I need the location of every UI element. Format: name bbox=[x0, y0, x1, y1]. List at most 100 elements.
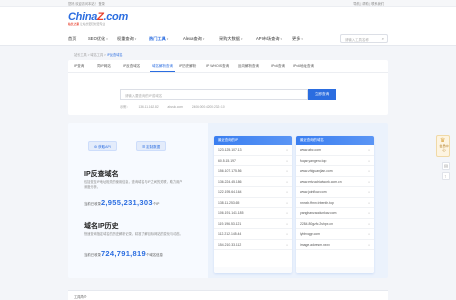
recent-ip-row-text[interactable]: 60.5.15.197 bbox=[218, 159, 236, 163]
recent-ip-row-text[interactable]: 106.191.141.185 bbox=[218, 211, 243, 215]
recent-domain-row[interactable]: yanghanzaodunkav.com ⌂ bbox=[296, 208, 374, 219]
recent-domain-row-text[interactable]: www.abc.com bbox=[300, 148, 321, 152]
recent-ip-row[interactable]: 123.125.107.13 ⌂ bbox=[214, 145, 292, 156]
recent-domain-row[interactable]: fuqar.yangeru.top ⌂ bbox=[296, 156, 374, 166]
lookup-icon[interactable]: ⌂ bbox=[368, 180, 370, 184]
back-to-top-icon[interactable]: ↑ bbox=[442, 172, 450, 180]
site-logo[interactable]: ChinaZ.com 站长之家 让站长更轻松更专业 bbox=[68, 11, 128, 26]
recent-domain-row[interactable]: www.ertzuchiaiwork.com.cn ⌂ bbox=[296, 177, 374, 187]
nav-item-hot-tools[interactable]: 热门工具▾ bbox=[149, 36, 168, 42]
lookup-icon[interactable]: ⌂ bbox=[286, 232, 288, 236]
lookup-icon[interactable]: ⌂ bbox=[286, 211, 288, 215]
recent-domain-row[interactable]: nnnxb.ffmn.trbenth.top ⌂ bbox=[296, 198, 374, 208]
search-icon[interactable]: ⌕ bbox=[382, 36, 384, 41]
recent-ip-row-text[interactable]: 122.195.64.164 bbox=[218, 190, 242, 194]
tab-ip-whois[interactable]: IP WHOIS查询 bbox=[206, 64, 229, 69]
lookup-icon[interactable]: ⌂ bbox=[286, 148, 288, 152]
nav-item-weight[interactable]: 权重查询▾ bbox=[117, 36, 136, 42]
recent-domain-row[interactable]: lybhvqgr.com ⌂ bbox=[296, 229, 374, 240]
lookup-icon[interactable]: ⌂ bbox=[286, 190, 288, 194]
custom-data-button[interactable]: ☰ 定制数据 bbox=[136, 141, 167, 151]
domain-count: 当前已收录724,791,819个域名信息 bbox=[84, 249, 163, 258]
recent-domain-row-text[interactable]: lybhvqgr.com bbox=[300, 232, 320, 236]
recent-ip-row[interactable]: 156.107.175.56 ⌂ bbox=[214, 166, 292, 177]
ip-domain-input[interactable]: 请输入要查询的IP或域名 bbox=[120, 89, 308, 100]
example-domain[interactable]: ahzuk.com bbox=[168, 105, 183, 109]
recent-ip-row[interactable]: 112.212.145.44 ⌂ bbox=[214, 229, 292, 240]
query-examples: 示例： 136.11.162.82 ahzuk.com 2406:000:420… bbox=[120, 105, 225, 109]
nav-item-alexa[interactable]: Alexa查询▾ bbox=[183, 36, 204, 42]
recent-ip-row-text[interactable]: 154.210.33.112 bbox=[218, 243, 241, 247]
recent-ip-row[interactable]: 106.191.141.185 ⌂ bbox=[214, 208, 292, 219]
recent-ip-row-text[interactable]: 138.11.253.65 bbox=[218, 201, 239, 205]
breadcrumb-mid[interactable]: 域名工具 bbox=[90, 53, 103, 57]
recent-domain-row[interactable]: image.advesm.xxxx ⌂ bbox=[296, 240, 374, 250]
lookup-icon[interactable]: ⌂ bbox=[286, 169, 288, 173]
recent-domain-row-text[interactable]: image.advesm.xxxx bbox=[300, 243, 330, 247]
recent-ip-row[interactable]: 154.210.33.112 ⌂ bbox=[214, 240, 292, 250]
tool-intro-label: 工具简介 bbox=[74, 295, 87, 299]
breadcrumb-home[interactable]: 站长工具 bbox=[74, 53, 87, 57]
tab-ip-reverse-domain[interactable]: IP反查域名 bbox=[123, 64, 140, 69]
chat-icon[interactable]: ✉ bbox=[442, 162, 450, 170]
hero-section: ⚙ 获取API ☰ 定制数据 IP反查域名 包括查至IP地址相关的使用信息，查询… bbox=[68, 123, 388, 278]
query-tabs: IP查询 同IP网站 IP反查域名 域名解析查询 IP历史解析 IP WHOIS… bbox=[68, 60, 388, 73]
recent-domain-row-text[interactable]: yanghanzaodunkav.com bbox=[300, 211, 337, 215]
lookup-icon[interactable]: ⌂ bbox=[368, 159, 370, 163]
recent-ip-row[interactable]: 119.196.53.121 ⌂ bbox=[214, 219, 292, 229]
recent-domain-row-text[interactable]: www.joinflow.com bbox=[300, 190, 327, 194]
recent-domain-row[interactable]: www.joinflow.com ⌂ bbox=[296, 187, 374, 198]
lookup-icon[interactable]: ⌂ bbox=[286, 159, 288, 163]
query-button[interactable]: 立即查询 bbox=[308, 89, 336, 100]
tab-ipv6[interactable]: IPv6查询 bbox=[271, 64, 285, 69]
lookup-icon[interactable]: ⌂ bbox=[368, 232, 370, 236]
recent-domain-row[interactable]: 2284.80gzfc.2shpx.cn ⌂ bbox=[296, 219, 374, 229]
recent-domain-row-text[interactable]: nnnxb.ffmn.trbenth.top bbox=[300, 201, 334, 205]
tab-ip-query[interactable]: IP查询 bbox=[74, 64, 84, 69]
nav-item-more[interactable]: 更多▾ bbox=[292, 36, 303, 42]
nav-item-home[interactable]: 首页 bbox=[68, 36, 76, 42]
lookup-icon[interactable]: ⌂ bbox=[286, 243, 288, 247]
nav-item-bigdata[interactable]: 采购大数据▾ bbox=[219, 36, 242, 42]
lookup-icon[interactable]: ⌂ bbox=[286, 222, 288, 226]
lookup-icon[interactable]: ⌂ bbox=[368, 148, 370, 152]
example-ipv6[interactable]: 2406:000:4200:232::10 bbox=[192, 105, 225, 109]
lookup-icon[interactable]: ⌂ bbox=[368, 243, 370, 247]
lookup-icon[interactable]: ⌂ bbox=[286, 201, 288, 205]
recent-ip-row-text[interactable]: 123.125.107.13 bbox=[218, 148, 242, 152]
tab-ipv6-address[interactable]: IPv6地址查询 bbox=[293, 64, 314, 69]
tab-dns-lookup[interactable]: 域名解析查询 bbox=[150, 64, 175, 72]
nav-item-seo[interactable]: SEO优化▾ bbox=[88, 36, 108, 42]
recent-ip-row[interactable]: 122.195.64.164 ⌂ bbox=[214, 187, 292, 198]
recent-domain-row-text[interactable]: fuqar.yangeru.top bbox=[300, 159, 326, 163]
recent-domain-row-text[interactable]: 2284.80gzfc.2shpx.cn bbox=[300, 222, 333, 226]
recent-ip-row-text[interactable]: 119.196.53.121 bbox=[218, 222, 241, 226]
recent-domain-row-text[interactable]: www.ertzuchiaiwork.com.cn bbox=[300, 180, 342, 184]
recent-ip-row[interactable]: 138.11.253.65 ⌂ bbox=[214, 198, 292, 208]
example-ip[interactable]: 136.11.162.82 bbox=[138, 105, 158, 109]
get-api-button[interactable]: ⚙ 获取API bbox=[88, 141, 117, 151]
recent-ip-row-text[interactable]: 136.224.45.186 bbox=[218, 180, 242, 184]
recent-ip-row[interactable]: 60.5.15.197 ⌂ bbox=[214, 156, 292, 166]
tab-ip-history[interactable]: IP历史解析 bbox=[179, 64, 196, 69]
lookup-icon[interactable]: ⌂ bbox=[368, 211, 370, 215]
tab-same-ip[interactable]: 同IP网站 bbox=[97, 64, 111, 69]
vip-float-button[interactable]: ♛ 会员中心 bbox=[436, 135, 450, 157]
lookup-icon[interactable]: ⌂ bbox=[368, 190, 370, 194]
ip-count: 当前已收录2,955,231,303个IP bbox=[84, 198, 160, 207]
top-links[interactable]: 导航 | 帮助 | 联系我们 bbox=[353, 1, 384, 6]
lookup-icon[interactable]: ⌂ bbox=[368, 201, 370, 205]
lookup-icon[interactable]: ⌂ bbox=[286, 180, 288, 184]
recent-domain-row[interactable]: www.abc.com ⌂ bbox=[296, 145, 374, 156]
welcome-text[interactable]: 您好,欢迎访问本站！ 登录 bbox=[68, 1, 105, 6]
recent-domain-row[interactable]: www.zhiguanjian.com ⌂ bbox=[296, 166, 374, 177]
nav-item-api[interactable]: API市场查询▾ bbox=[256, 36, 282, 42]
lookup-icon[interactable]: ⌂ bbox=[368, 222, 370, 226]
tab-reverse-dns[interactable]: 反向解析查询 bbox=[238, 64, 259, 69]
lookup-icon[interactable]: ⌂ bbox=[368, 169, 370, 173]
tool-search-input[interactable]: 请输入工具名称 ⌕ bbox=[340, 34, 388, 43]
recent-domain-row-text[interactable]: www.zhiguanjian.com bbox=[300, 169, 333, 173]
recent-ip-row-text[interactable]: 156.107.175.56 bbox=[218, 169, 242, 173]
recent-ip-row[interactable]: 136.224.45.186 ⌂ bbox=[214, 177, 292, 187]
recent-ip-row-text[interactable]: 112.212.145.44 bbox=[218, 232, 241, 236]
